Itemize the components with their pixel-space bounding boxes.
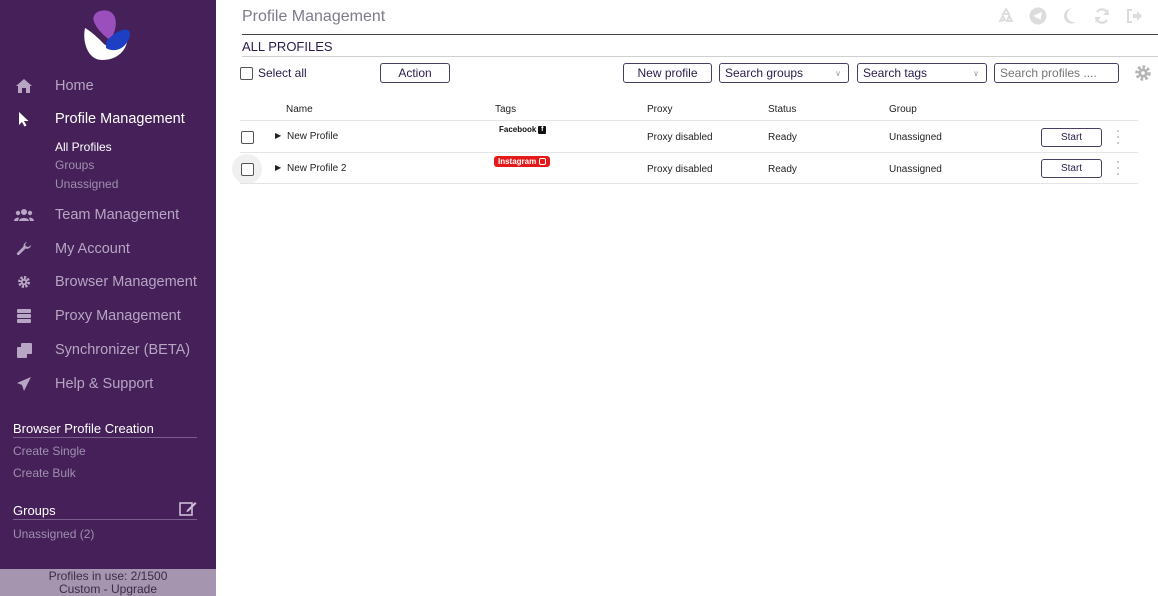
- action-button[interactable]: Action: [380, 63, 450, 83]
- telegram-icon[interactable]: [1028, 6, 1048, 26]
- sub-groups[interactable]: Groups: [55, 158, 94, 172]
- refresh-icon[interactable]: [1092, 6, 1112, 26]
- instagram-icon: [539, 158, 547, 165]
- nav-browser-management-label: Browser Management: [55, 274, 197, 290]
- search-groups-value: Search groups: [725, 66, 804, 80]
- facebook-icon: f: [538, 125, 547, 134]
- upgrade-link[interactable]: Custom - Upgrade: [0, 583, 216, 596]
- nav-help-support[interactable]: Help & Support: [0, 370, 216, 398]
- checkbox-box[interactable]: [240, 66, 253, 80]
- nav-browser-management[interactable]: Browser Management: [0, 268, 216, 296]
- group-value: Unassigned: [889, 132, 942, 143]
- status-value: Ready: [768, 132, 797, 143]
- tag-label: Facebook: [499, 125, 537, 134]
- tag-label: Instagram: [498, 157, 537, 166]
- page-title: Profile Management: [242, 8, 386, 25]
- gear-icon: [14, 272, 34, 292]
- row-divider: [240, 183, 1138, 184]
- logout-icon[interactable]: [1124, 6, 1144, 26]
- tag-badge: Instagram: [494, 156, 551, 167]
- section-profile-creation-title: Browser Profile Creation: [13, 421, 154, 436]
- nav-help-support-label: Help & Support: [55, 376, 154, 392]
- usage-footer: Profiles in use: 2/1500 Custom - Upgrade: [0, 569, 216, 596]
- nav-my-account-label: My Account: [55, 241, 130, 257]
- nav-proxy-management[interactable]: Proxy Management: [0, 302, 216, 330]
- edit-groups-icon[interactable]: [179, 500, 197, 516]
- create-single-link[interactable]: Create Single: [13, 444, 86, 458]
- row-checkbox[interactable]: [241, 131, 254, 144]
- more-options-icon[interactable]: [1113, 160, 1123, 176]
- group-unassigned-link[interactable]: Unassigned (2): [13, 527, 94, 541]
- create-bulk-link[interactable]: Create Bulk: [13, 466, 76, 480]
- nav-profile-management[interactable]: Profile Management: [0, 105, 216, 133]
- nav-profile-management-label: Profile Management: [55, 111, 185, 127]
- column-header-name[interactable]: Name: [286, 104, 313, 115]
- moon-icon[interactable]: [1060, 6, 1080, 26]
- sub-all-profiles[interactable]: All Profiles: [55, 140, 112, 154]
- profile-name[interactable]: New Profile: [287, 131, 338, 142]
- sidebar: Home Profile Management All Profiles Gro…: [0, 0, 216, 596]
- new-profile-button[interactable]: New profile: [623, 63, 712, 83]
- search-groups-select[interactable]: Search groups ∨: [719, 63, 849, 83]
- sub-unassigned[interactable]: Unassigned: [55, 177, 118, 191]
- divider: [13, 519, 197, 520]
- section-groups-title: Groups: [13, 503, 56, 518]
- home-icon: [14, 76, 34, 96]
- nav-my-account[interactable]: My Account: [0, 235, 216, 263]
- settings-gear-icon[interactable]: [1134, 64, 1152, 82]
- tag-badge: Facebook f: [499, 125, 547, 134]
- nav-home[interactable]: Home: [0, 72, 216, 100]
- group-value: Unassigned: [889, 164, 942, 175]
- proxy-value: Proxy disabled: [647, 164, 713, 175]
- users-icon: [14, 205, 34, 225]
- more-options-icon[interactable]: [1113, 129, 1123, 145]
- recycle-icon[interactable]: [996, 6, 1016, 26]
- proxy-value: Proxy disabled: [647, 132, 713, 143]
- select-all-label: Select all: [258, 66, 307, 80]
- search-tags-select[interactable]: Search tags ∨: [857, 63, 987, 83]
- start-button[interactable]: Start: [1041, 128, 1102, 147]
- nav-synchronizer[interactable]: Synchronizer (BETA): [0, 336, 216, 364]
- app-logo: [84, 10, 131, 60]
- nav-home-label: Home: [55, 78, 94, 94]
- chevron-down-icon: ∨: [973, 69, 979, 78]
- profile-name[interactable]: New Profile 2: [287, 163, 346, 174]
- section-subtitle: ALL PROFILES: [242, 39, 333, 54]
- column-header-group[interactable]: Group: [889, 104, 917, 115]
- header-actions: [996, 6, 1144, 26]
- row-checkbox[interactable]: [241, 163, 254, 176]
- divider: [13, 437, 197, 438]
- header-divider: [242, 34, 1158, 35]
- nav-team-management[interactable]: Team Management: [0, 201, 216, 229]
- search-tags-value: Search tags: [863, 66, 928, 80]
- copy-icon: [14, 340, 34, 360]
- main-content: Profile Management ALL PROFILES Select a…: [216, 0, 1158, 596]
- status-value: Ready: [768, 164, 797, 175]
- wrench-icon: [14, 239, 34, 259]
- row-divider: [240, 152, 1138, 153]
- server-icon: [14, 306, 34, 326]
- paper-plane-icon: [14, 374, 34, 394]
- column-header-status[interactable]: Status: [768, 104, 796, 115]
- nav-team-management-label: Team Management: [55, 207, 180, 223]
- cursor-icon: [14, 109, 34, 129]
- header-divider: [240, 120, 1138, 121]
- column-header-proxy[interactable]: Proxy: [647, 104, 673, 115]
- column-header-tags[interactable]: Tags: [495, 104, 516, 115]
- search-profiles-input[interactable]: [994, 63, 1119, 83]
- nav-synchronizer-label: Synchronizer (BETA): [55, 342, 191, 358]
- nav-proxy-management-label: Proxy Management: [55, 308, 181, 324]
- expand-caret-icon[interactable]: ▶: [275, 163, 281, 172]
- select-all-checkbox[interactable]: Select all: [240, 66, 307, 80]
- expand-caret-icon[interactable]: ▶: [275, 131, 281, 140]
- start-button[interactable]: Start: [1041, 159, 1102, 178]
- chevron-down-icon: ∨: [835, 69, 841, 78]
- subtitle-divider: [242, 56, 1158, 57]
